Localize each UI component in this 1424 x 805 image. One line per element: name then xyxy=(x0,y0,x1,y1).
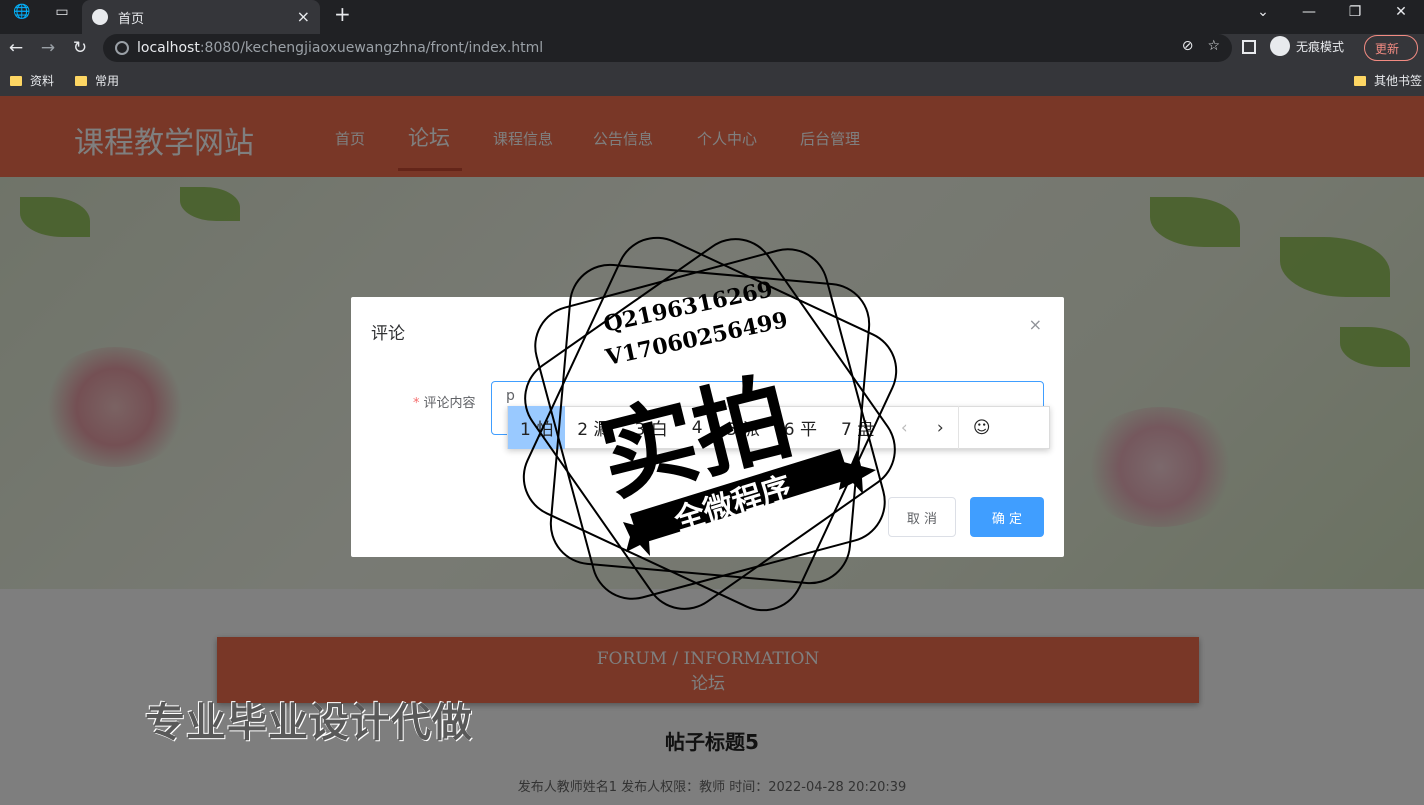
watermark-stamp: Q2196316269 V17060256499 实拍 全微程序 xyxy=(520,234,900,614)
folder-icon xyxy=(1354,75,1366,86)
confirm-button[interactable]: 确 定 xyxy=(970,497,1044,537)
address-bar[interactable]: localhost:8080/kechengjiaoxuewangzhna/fr… xyxy=(103,34,1232,62)
bookmark-label: 其他书签 xyxy=(1374,74,1423,88)
ime-next-icon[interactable]: › xyxy=(922,418,958,438)
update-button[interactable]: 更新 xyxy=(1364,35,1418,61)
reload-icon[interactable]: ↻ xyxy=(68,36,92,60)
globe-icon[interactable]: 🌐 xyxy=(8,0,36,24)
browser-toolbar: ← → ↻ localhost:8080/kechengjiaoxuewangz… xyxy=(0,34,1424,62)
url-path: :8080/kechengjiaoxuewangzhna/front/index… xyxy=(199,40,544,56)
back-icon[interactable]: ← xyxy=(4,36,28,60)
emoji-icon[interactable]: ☺ xyxy=(958,406,1004,449)
close-window-icon[interactable]: ✕ xyxy=(1378,0,1424,24)
url-host: localhost xyxy=(137,40,200,56)
folder-icon xyxy=(75,75,87,86)
bookmarks-bar: 资料 常用 其他书签 xyxy=(0,62,1424,96)
bookmark-folder-changyong[interactable]: 常用 xyxy=(75,72,119,89)
required-mark: * xyxy=(413,396,420,411)
bookmark-label: 资料 xyxy=(30,74,55,88)
close-icon[interactable]: × xyxy=(1029,315,1042,334)
watermark-caption: 专业毕业设计代做 xyxy=(145,700,473,746)
browser-tab-strip: 🌐 ▭ 首页 × + ⌄ — ❐ ✕ xyxy=(0,0,1424,34)
side-panel-icon[interactable] xyxy=(1242,40,1256,54)
incognito-label: 无痕模式 xyxy=(1296,39,1345,54)
tab-close-icon[interactable]: × xyxy=(297,7,310,26)
omnibox-actions: ⊘ ☆ xyxy=(1182,38,1220,54)
blocked-icon[interactable]: ⊘ xyxy=(1182,38,1194,54)
incognito-avatar-icon xyxy=(1270,36,1290,56)
bookmark-folder-other[interactable]: 其他书签 xyxy=(1354,72,1422,89)
new-tab-icon[interactable]: + xyxy=(334,2,351,26)
bookmark-label: 常用 xyxy=(95,74,120,88)
bookmark-star-icon[interactable]: ☆ xyxy=(1207,38,1220,54)
tab-title: 首页 xyxy=(118,11,145,27)
forward-icon[interactable]: → xyxy=(36,36,60,60)
comment-field-label: * 评论内容 xyxy=(413,392,476,411)
comment-label-text: 评论内容 xyxy=(423,396,476,411)
browser-tab-active[interactable]: 首页 × xyxy=(82,0,320,34)
info-icon[interactable] xyxy=(115,41,129,55)
tab-overview-icon[interactable]: ▭ xyxy=(48,0,76,24)
update-label: 更新 xyxy=(1375,41,1400,56)
minimize-icon[interactable]: — xyxy=(1286,0,1332,24)
folder-icon xyxy=(10,75,22,86)
bookmark-folder-ziliao[interactable]: 资料 xyxy=(10,72,54,89)
incognito-indicator[interactable]: 无痕模式 xyxy=(1270,36,1344,56)
restore-icon[interactable]: ❐ xyxy=(1332,0,1378,24)
tab-search-icon[interactable]: ⌄ xyxy=(1240,0,1286,24)
dialog-title: 评论 xyxy=(371,324,405,344)
tab-favicon-icon xyxy=(92,9,108,25)
window-controls: ⌄ — ❐ ✕ xyxy=(1240,0,1424,24)
